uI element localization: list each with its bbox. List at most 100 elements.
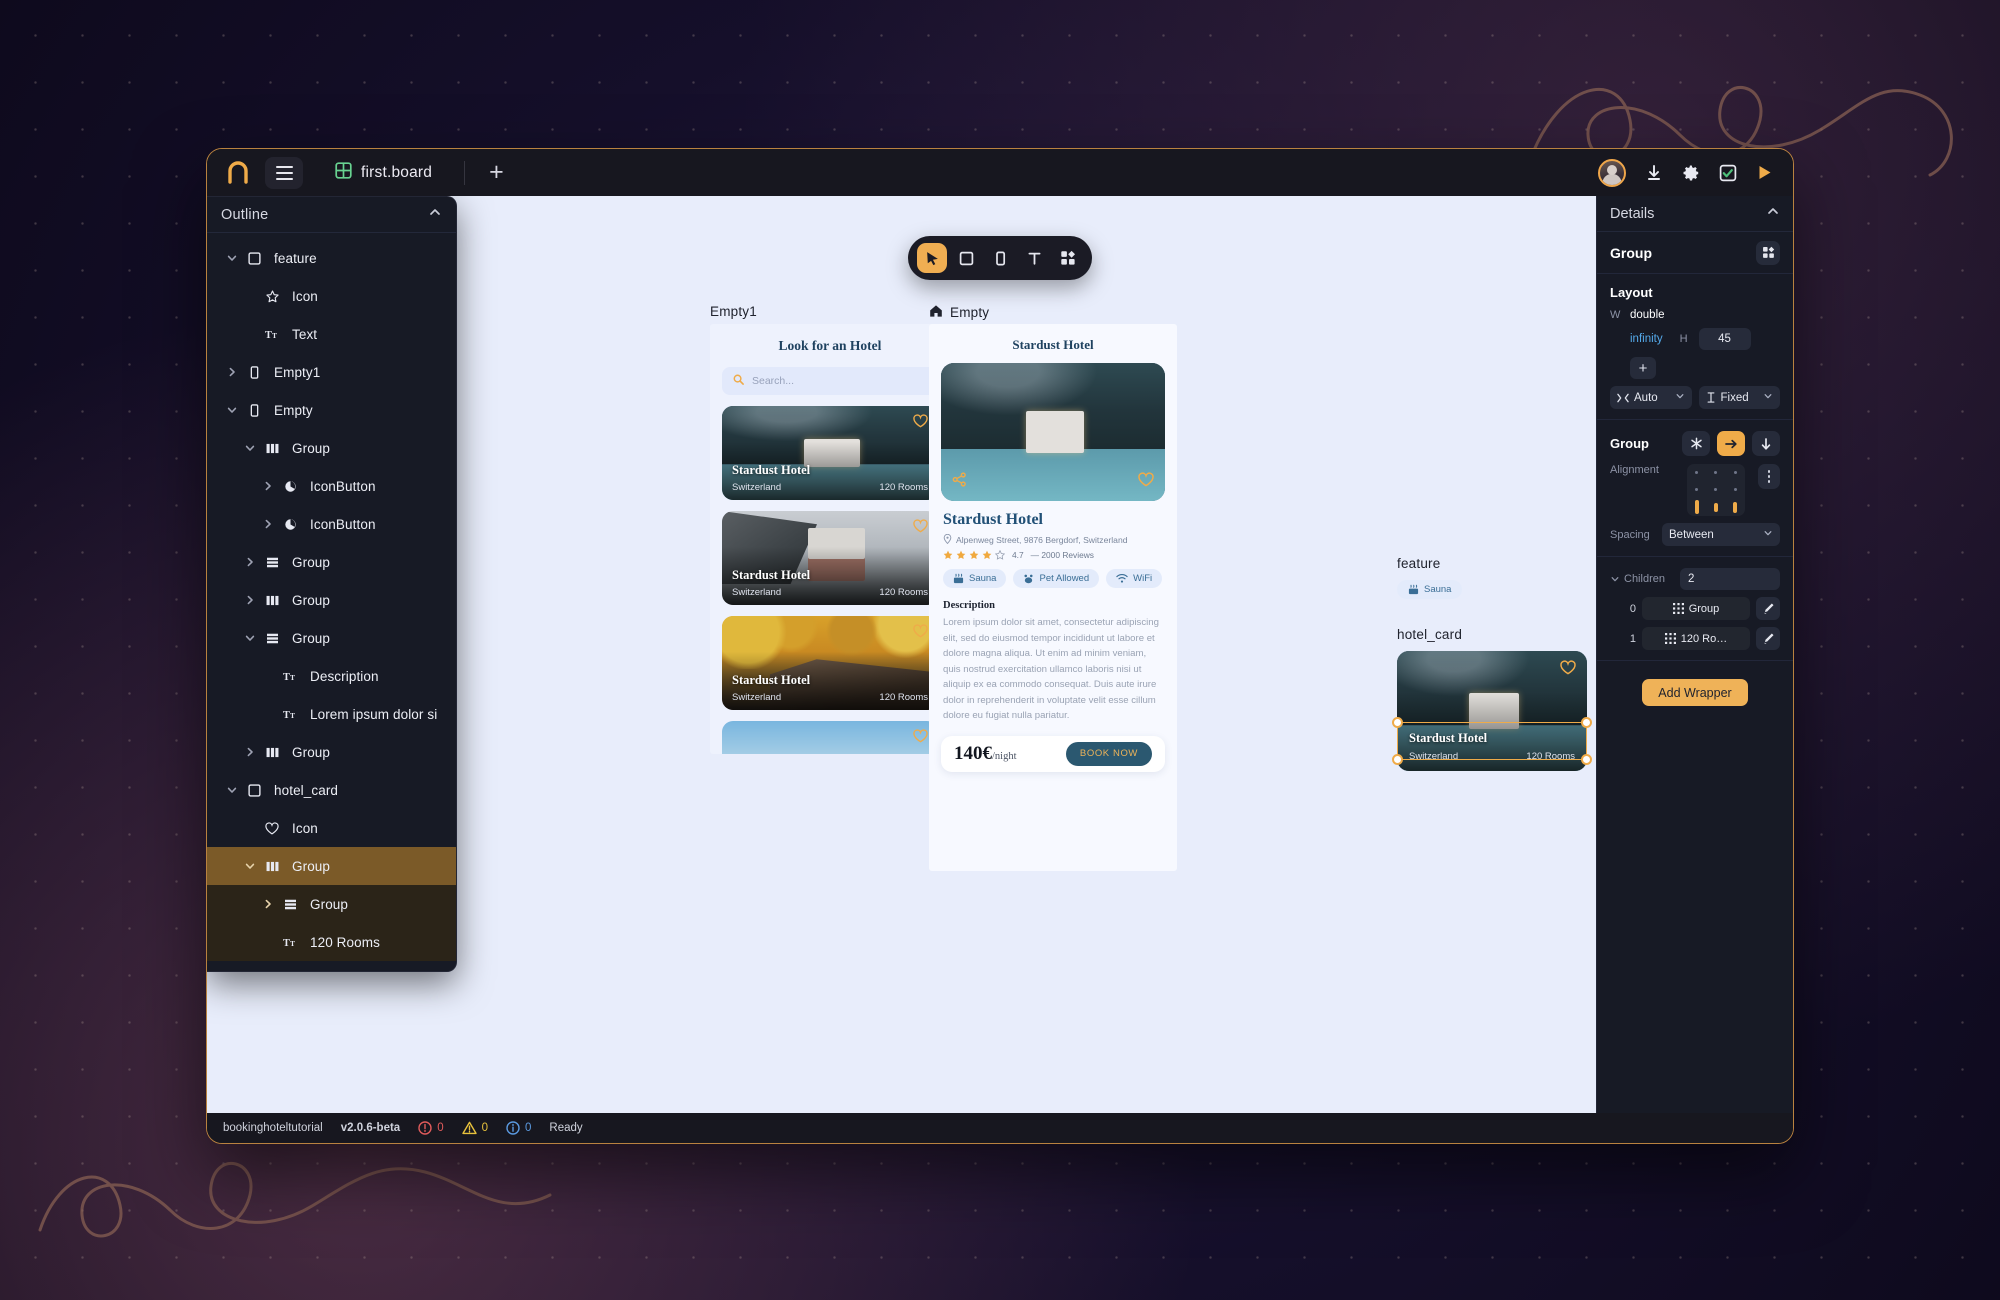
warning-count-group[interactable]: 0 [461,1121,488,1135]
chevron-down-icon[interactable] [221,784,243,796]
tree-item-empty[interactable]: Empty [207,391,456,429]
tree-item-empty1[interactable]: Empty1 [207,353,456,391]
children-label-group[interactable]: Children [1610,573,1665,585]
list-item[interactable] [722,721,938,754]
list-item[interactable]: Stardust Hotel Switzerland 120 Rooms [722,406,938,500]
tree-item-lorem-ipsum-dolor-si[interactable]: T T Lorem ipsum dolor si [207,695,456,733]
tree-item-hotel-card[interactable]: hotel_card [207,771,456,809]
child-chip[interactable]: Group [1642,597,1750,620]
height-field[interactable]: 45 [1698,328,1751,350]
tree-item-iconbutton[interactable]: IconButton [207,505,456,543]
chevron-right-icon[interactable] [239,556,261,568]
checkbox-check-icon[interactable] [1719,164,1737,182]
list-item[interactable]: Stardust Hotel Switzerland 120 Rooms [722,616,938,710]
chevron-right-icon[interactable] [257,518,279,530]
alignment-picker[interactable] [1687,464,1745,516]
stack-vertical-button[interactable] [1752,431,1780,456]
new-tab-button[interactable]: + [477,160,516,185]
heart-icon[interactable] [913,729,928,748]
gear-icon[interactable] [1682,164,1700,182]
chevron-right-icon[interactable] [257,898,279,910]
share-icon[interactable] [952,472,967,492]
chip-sauna[interactable]: Sauna [1397,580,1463,599]
chevron-down-icon[interactable] [239,442,261,454]
width-size-mode-dropdown[interactable]: Auto [1610,386,1692,409]
children-count-field[interactable]: 2 [1680,568,1780,590]
error-count-group[interactable]: 0 [418,1121,444,1135]
tree-item-icon[interactable]: Icon [207,277,456,315]
select-tool[interactable] [917,243,947,273]
tree-item-feature[interactable]: feature [207,239,456,277]
tree-item-text[interactable]: T T Text [207,315,456,353]
heart-icon[interactable] [1138,472,1154,492]
chevron-down-icon[interactable] [221,252,243,264]
info-count-group[interactable]: 0 [506,1121,531,1135]
brush-icon[interactable] [1756,597,1780,620]
align-top-left[interactable] [1695,471,1699,475]
board-tab[interactable]: first.board [325,158,442,188]
stack-horizontal-button[interactable] [1717,431,1745,456]
artboard-empty1[interactable]: Look for an Hotel Search... Stardust Hot… [710,324,950,754]
tree-item-group[interactable]: Group [207,885,456,923]
device-tool[interactable] [985,243,1015,273]
chevron-up-icon[interactable] [1766,204,1780,223]
chevron-right-icon[interactable] [239,746,261,758]
width-infinity-value[interactable]: infinity [1630,333,1663,345]
align-bottom-right[interactable] [1733,501,1738,513]
tree-item-iconbutton[interactable]: IconButton [207,467,456,505]
align-top-right[interactable] [1733,471,1737,475]
brush-icon[interactable] [1756,627,1780,650]
chevron-up-icon[interactable] [428,205,442,224]
chip-wifi[interactable]: WiFi [1106,569,1163,588]
tree-item-group[interactable]: Group [207,429,456,467]
tree-item-description[interactable]: T T Description [207,657,456,695]
heart-icon[interactable] [913,624,928,643]
tree-item-group[interactable]: Group [207,543,456,581]
add-wrapper-button[interactable]: Add Wrapper [1642,679,1748,706]
component-icon[interactable] [1756,240,1780,265]
chip-pet-allowed[interactable]: Pet Allowed [1013,569,1100,588]
add-constraint-button[interactable]: + [1630,357,1656,379]
tree-item-group[interactable]: Group [207,581,456,619]
artboard-empty[interactable]: Stardust Hotel Stardust Hotel Alpenweg S… [929,324,1177,871]
text-tool[interactable] [1019,243,1049,273]
align-bottom-center[interactable] [1713,502,1718,512]
stack-free-button[interactable] [1682,431,1710,456]
chevron-right-icon[interactable] [257,480,279,492]
tree-item-group[interactable]: Group [207,619,456,657]
hamburger-icon[interactable] [265,156,303,189]
tree-item-group[interactable]: Group [207,733,456,771]
chip-sauna[interactable]: Sauna [943,569,1007,588]
download-icon[interactable] [1645,164,1663,182]
align-middle-right[interactable] [1733,488,1737,492]
play-icon[interactable] [1756,164,1773,181]
chevron-down-icon[interactable] [239,860,261,872]
component-tool[interactable] [1053,243,1083,273]
tree-item-icon[interactable]: Icon [207,809,456,847]
detail-hotel-photo[interactable] [941,363,1165,501]
tree-item-120-rooms[interactable]: T T 120 Rooms [207,923,456,961]
list-item[interactable]: Stardust Hotel Switzerland 120 Rooms [722,511,938,605]
book-now-button[interactable]: BOOK NOW [1065,741,1152,766]
heart-icon[interactable] [913,519,928,538]
more-vertical-icon[interactable] [1758,464,1780,489]
outline-header[interactable]: Outline [207,197,456,233]
details-header[interactable]: Details [1597,196,1793,232]
align-bottom-left[interactable] [1694,500,1699,515]
child-chip[interactable]: 120 Ro… [1642,627,1750,650]
avatar[interactable] [1598,158,1626,187]
height-size-mode-dropdown[interactable]: Fixed [1698,386,1780,409]
hotel-card[interactable]: Stardust Hotel Switzerland 120 Rooms [1397,651,1587,771]
align-middle-center[interactable] [1714,488,1718,492]
align-top-center[interactable] [1714,471,1718,475]
chevron-down-icon[interactable] [239,632,261,644]
chevron-right-icon[interactable] [239,594,261,606]
spacing-dropdown[interactable]: Between [1662,523,1780,546]
tree-item-group[interactable]: Group [207,847,456,885]
heart-icon[interactable] [913,414,928,433]
chevron-right-icon[interactable] [221,366,243,378]
search-input[interactable]: Search... [722,367,938,395]
heart-icon[interactable] [1560,660,1576,680]
align-middle-left[interactable] [1695,488,1699,492]
frame-tool[interactable] [951,243,981,273]
